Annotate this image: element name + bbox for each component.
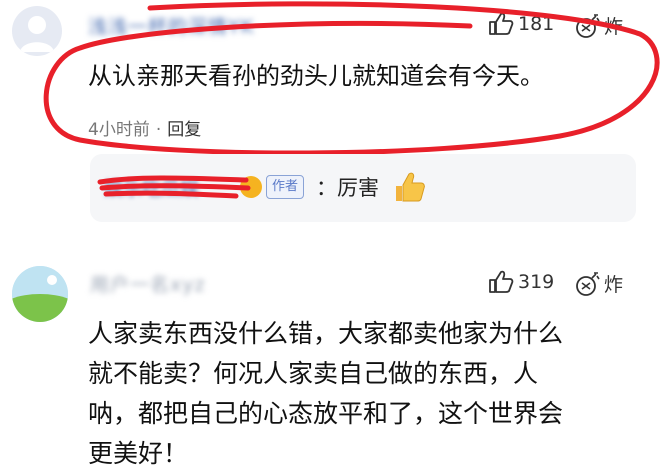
comment-username[interactable]: 用户一名xyz <box>90 270 205 297</box>
comment-text: 人家卖东西没什么错，大家都卖他家为什么 就不能卖？何况人家卖自己做的东西，人 呐… <box>88 314 563 474</box>
like-count: 319 <box>518 271 555 293</box>
bomb-icon <box>576 271 600 296</box>
thumbs-up-icon <box>489 270 514 293</box>
username-redaction-scribble <box>97 175 251 199</box>
avatar[interactable] <box>12 266 68 322</box>
reply-colon: ： <box>316 176 337 200</box>
bomb-reaction-button[interactable]: 炸 <box>574 270 623 297</box>
comment-line: 更美好！ <box>88 439 189 468</box>
comment-line: 就不能卖？何况人家卖自己做的东西，人 <box>88 359 539 388</box>
landscape-avatar-icon <box>12 266 68 322</box>
thumbs-up-emoji <box>396 172 425 202</box>
comment-line: 呐，都把自己的心态放平和了，这个世界会 <box>88 399 564 428</box>
reply-text: ：厉害 <box>316 172 379 202</box>
bomb-reaction-label: 炸 <box>604 274 624 296</box>
comment-line: 人家卖东西没什么错，大家都卖他家为什么 <box>88 319 564 348</box>
author-badge: 作者 <box>266 175 305 199</box>
annotation-ellipse <box>43 1 660 156</box>
like-button[interactable]: 319 <box>488 270 554 294</box>
reply-text-body: 厉害 <box>337 176 379 200</box>
